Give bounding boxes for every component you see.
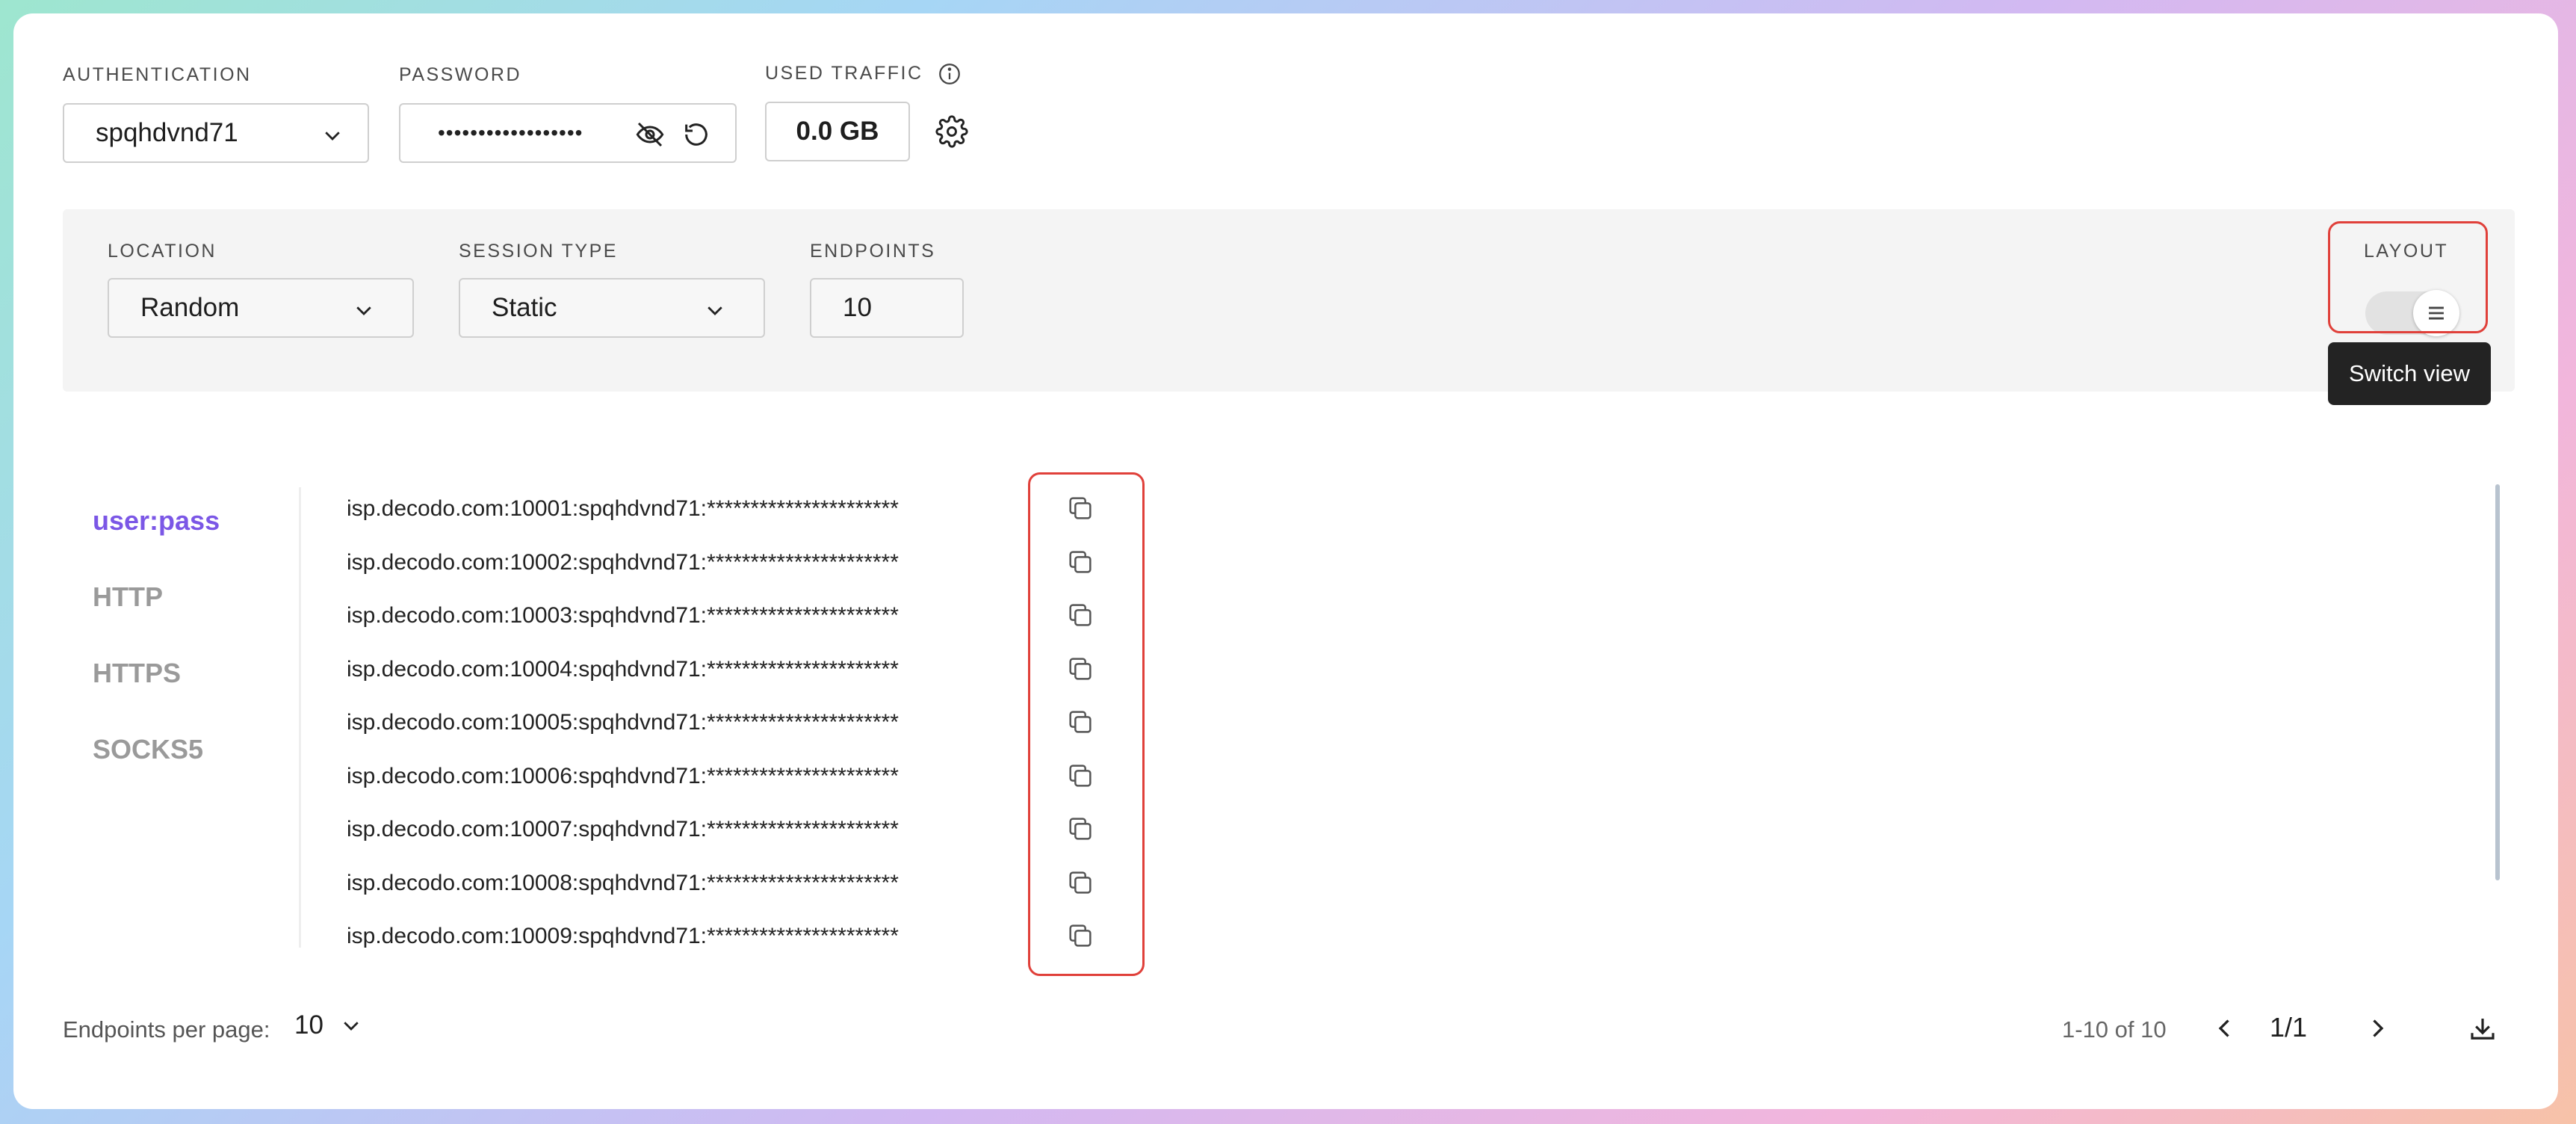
pagination-range: 1-10 of 10 bbox=[2062, 1016, 2167, 1043]
list-item: isp.decodo.com:10006:spqhdvnd71:********… bbox=[347, 764, 899, 788]
download-icon[interactable] bbox=[2467, 1013, 2498, 1045]
proxy-setup-card: AUTHENTICATION spqhdvnd71 PASSWORD •••••… bbox=[13, 13, 2558, 1109]
list-item: isp.decodo.com:10002:spqhdvnd71:********… bbox=[347, 550, 899, 575]
list-item: isp.decodo.com:10009:spqhdvnd71:********… bbox=[347, 924, 899, 948]
list-item: isp.decodo.com:10007:spqhdvnd71:********… bbox=[347, 817, 899, 842]
list-item: isp.decodo.com:10008:spqhdvnd71:********… bbox=[347, 871, 899, 895]
layout-highlight bbox=[2328, 221, 2488, 333]
list-item: isp.decodo.com:10003:spqhdvnd71:********… bbox=[347, 603, 899, 628]
per-page-value: 10 bbox=[294, 1010, 323, 1040]
per-page-select[interactable]: 10 bbox=[294, 1010, 362, 1040]
switch-view-tooltip: Switch view bbox=[2328, 342, 2491, 405]
copy-column-highlight bbox=[1028, 472, 1145, 976]
list-item: isp.decodo.com:10005:spqhdvnd71:********… bbox=[347, 710, 899, 735]
scrollbar[interactable] bbox=[2495, 484, 2500, 880]
list-item: isp.decodo.com:10004:spqhdvnd71:********… bbox=[347, 657, 899, 682]
list-item: isp.decodo.com:10001:spqhdvnd71:********… bbox=[347, 496, 899, 521]
chevron-left-icon[interactable] bbox=[2211, 1015, 2238, 1042]
chevron-down-icon bbox=[340, 1014, 362, 1037]
page-indicator: 1/1 bbox=[2270, 1012, 2308, 1043]
per-page-label: Endpoints per page: bbox=[63, 1016, 270, 1043]
chevron-right-icon[interactable] bbox=[2364, 1015, 2391, 1042]
